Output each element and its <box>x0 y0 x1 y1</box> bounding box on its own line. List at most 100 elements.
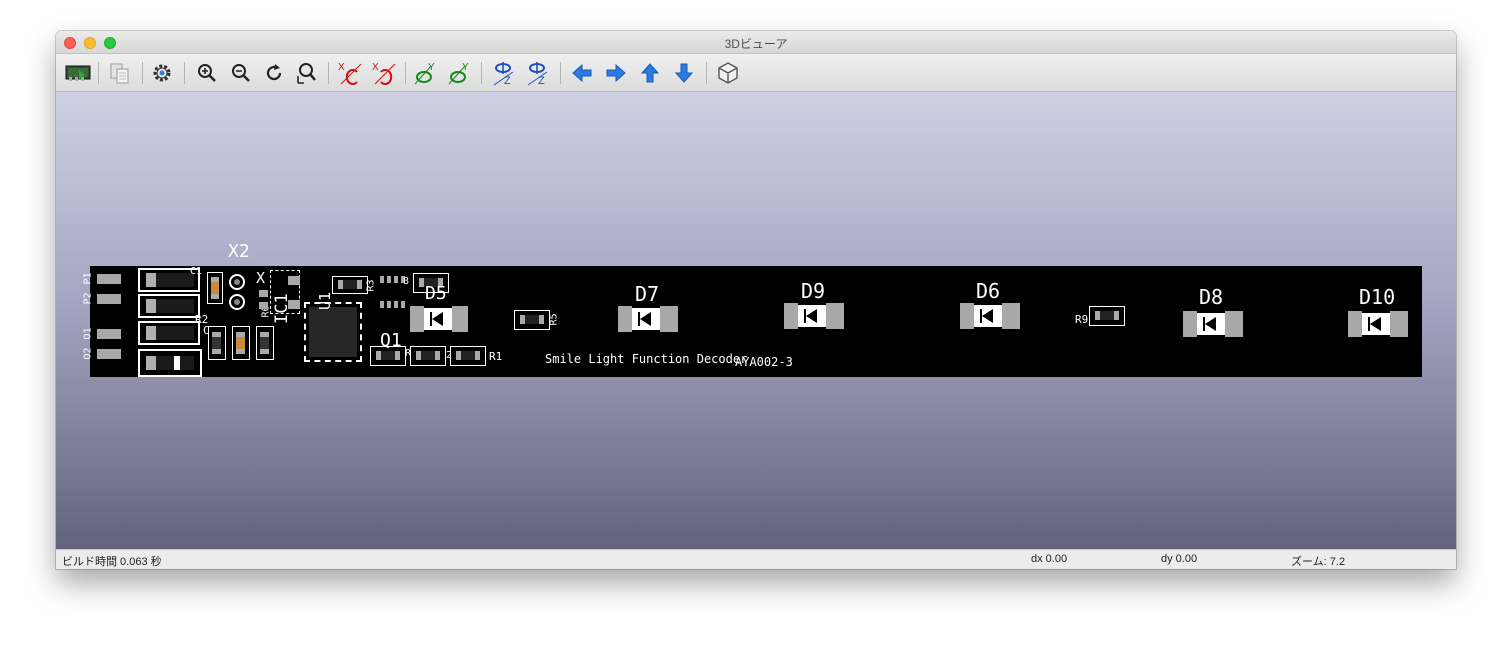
ref-o1-label: O1 <box>82 327 94 340</box>
3d-viewport[interactable]: X2 P1 P2 O1 O2 C1 R2 C R6 X IC1 U1 R3 8 … <box>56 92 1456 549</box>
ref-x-label: X <box>256 269 266 287</box>
svg-text:X: X <box>338 62 345 73</box>
resistor-r1 <box>450 346 486 366</box>
ref-x2-label: X2 <box>228 241 250 262</box>
resistor-r2 <box>208 326 226 360</box>
ref-c1-label: C1 <box>190 266 203 277</box>
ref-r9-label: R9 <box>1075 313 1089 326</box>
svg-text:Z: Z <box>538 75 545 86</box>
pad-o1 <box>97 329 121 339</box>
arrow-left-icon <box>572 63 592 83</box>
pad <box>259 290 268 297</box>
svg-text:Z: Z <box>504 75 511 86</box>
rotate-x-icon: X <box>372 62 396 85</box>
rotate-x-cw-button[interactable]: X <box>337 60 363 86</box>
ortho-view-button[interactable] <box>715 60 741 86</box>
zoom-fit-button[interactable] <box>294 60 320 86</box>
diode-d7 <box>618 306 678 332</box>
move-left-button[interactable] <box>569 60 595 86</box>
zoom-fit-icon <box>297 63 316 84</box>
ref-r3-label: R3 <box>365 279 377 292</box>
dx-status: dx 0.00 <box>1031 553 1068 565</box>
component-outline <box>138 294 200 318</box>
capacitor <box>232 326 250 360</box>
x2-pin <box>229 294 245 310</box>
ic-pins <box>380 301 406 308</box>
reload-board-button[interactable] <box>65 60 91 86</box>
resistor-r5 <box>514 310 550 330</box>
component-outline <box>138 349 202 377</box>
zoom-out-icon <box>232 64 250 82</box>
diode-d8 <box>1183 311 1243 337</box>
resistor-r9 <box>1089 306 1125 326</box>
reload-board-icon <box>65 65 91 81</box>
rotate-z-cw-button[interactable]: Z <box>491 60 517 86</box>
zoom-out-button[interactable] <box>228 60 254 86</box>
diode-d5 <box>410 306 468 332</box>
x2-pin <box>229 274 245 290</box>
zoom-in-icon <box>198 64 216 82</box>
pad-p2 <box>97 294 121 304</box>
window-title: 3Dビューア <box>724 37 788 51</box>
board-code-text: AYA002-3 <box>735 355 793 369</box>
rotate-z-icon: Z <box>493 62 514 86</box>
ref-d8-label: D8 <box>1199 285 1224 309</box>
ic1-chip <box>304 302 362 362</box>
redraw-icon <box>266 64 282 81</box>
rotate-y-icon: Y <box>414 62 435 85</box>
settings-button[interactable] <box>149 60 175 86</box>
status-bar: ビルド時間 0.063 秒 dx 0.00 dy 0.00 ズーム: 7.2 <box>56 549 1456 569</box>
rotate-x-ccw-button[interactable]: X <box>371 60 397 86</box>
ref-d7-label: D7 <box>635 282 660 306</box>
ref-u1-label: U1 <box>316 291 334 310</box>
ref-d10-label: D10 <box>1359 285 1396 309</box>
gear-icon <box>153 64 171 82</box>
redraw-button[interactable] <box>261 60 287 86</box>
ref-p2-label: P2 <box>82 292 94 305</box>
diode-d10 <box>1348 311 1408 337</box>
resistor-r3 <box>332 276 368 294</box>
resistor <box>410 346 446 366</box>
svg-text:X: X <box>372 62 379 73</box>
board-title-text: Smile Light Function Decoder <box>545 352 748 366</box>
ref-d5-label: D5 <box>425 283 447 304</box>
pad <box>259 302 268 309</box>
diode-d6 <box>960 303 1020 329</box>
move-right-button[interactable] <box>603 60 629 86</box>
zoom-status: ズーム: 7.2 <box>1291 556 1346 568</box>
ref-p1-label: P1 <box>82 272 94 285</box>
toolbar: X X Y Y Z Z <box>56 54 1456 92</box>
ref-r5-label: R5 <box>548 313 560 326</box>
rotate-y-ccw-button[interactable]: Y <box>447 60 473 86</box>
arrow-down-icon <box>674 63 694 83</box>
ref-ic1-label: IC1 <box>272 293 292 324</box>
pad-o2 <box>97 349 121 359</box>
rotate-z-ccw-button[interactable]: Z <box>525 60 551 86</box>
rotate-y-cw-button[interactable]: Y <box>413 60 439 86</box>
pad-p1 <box>97 274 121 284</box>
resistor-r6 <box>256 326 274 360</box>
arrow-right-icon <box>606 63 626 83</box>
zoom-in-button[interactable] <box>194 60 220 86</box>
rotate-z-icon: Z <box>527 62 548 86</box>
diode-d9 <box>784 303 844 329</box>
ref-o2-label: O2 <box>82 347 94 360</box>
move-up-button[interactable] <box>637 60 663 86</box>
ref-d9-label: D9 <box>801 279 826 303</box>
build-time-status: ビルド時間 0.063 秒 <box>62 556 162 568</box>
arrow-up-icon <box>640 63 660 83</box>
ref-r8-label: 8 <box>403 276 410 287</box>
copy-image-button[interactable] <box>107 60 133 86</box>
ref-r1-label: R1 <box>489 350 503 363</box>
cube-icon <box>718 62 738 84</box>
dy-status: dy 0.00 <box>1161 553 1198 565</box>
ref-d6-label: D6 <box>976 279 1001 303</box>
viewer-window: 3Dビューア X X Y Y Z Z X2 P1 P2 O1 O2 C1 R2 … <box>56 31 1456 569</box>
pad <box>288 276 300 285</box>
copy-icon <box>110 63 129 84</box>
title-bar: 3Dビューア <box>56 31 1456 54</box>
resistor <box>370 346 406 366</box>
rotate-x-icon: X <box>338 62 362 85</box>
move-down-button[interactable] <box>671 60 697 86</box>
pcb-board[interactable]: P1 P2 O1 O2 C1 R2 C R6 X IC1 U1 R3 8 D5 … <box>83 266 1422 377</box>
